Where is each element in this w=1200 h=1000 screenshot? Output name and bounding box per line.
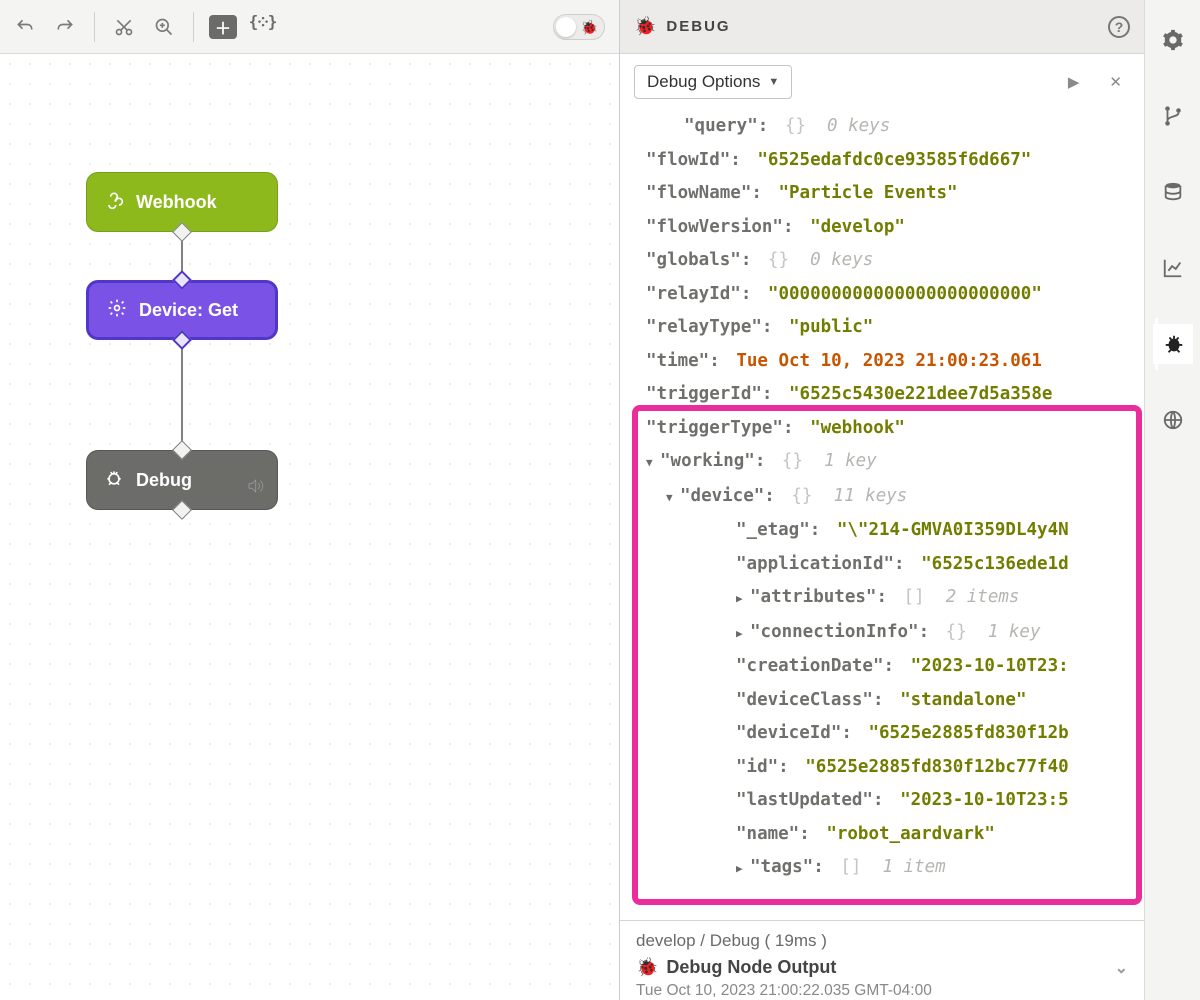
debug-panel-title: DEBUG — [666, 18, 730, 35]
debug-footer[interactable]: develop / Debug ( 19ms ) 🐞 Debug Node Out… — [620, 920, 1144, 1000]
debug-options-label: Debug Options — [647, 72, 760, 92]
footer-path: develop / Debug ( 19ms ) — [636, 931, 827, 951]
node-webhook-label: Webhook — [136, 192, 217, 213]
bug-icon: 🐞 — [634, 16, 656, 37]
close-button[interactable]: ✕ — [1101, 69, 1130, 95]
branch-tab[interactable] — [1153, 96, 1193, 136]
bug-icon: 🐞 — [636, 957, 658, 978]
globe-tab[interactable] — [1153, 400, 1193, 440]
caret-right-icon[interactable]: ▶ — [736, 617, 750, 651]
add-comment-button[interactable]: ＋ — [206, 10, 240, 44]
chart-tab[interactable] — [1153, 248, 1193, 288]
play-button[interactable]: ▶ — [1060, 69, 1088, 95]
webhook-icon — [104, 190, 124, 215]
caret-right-icon[interactable]: ▶ — [736, 582, 750, 616]
caret-down-icon[interactable]: ▼ — [666, 481, 680, 515]
zoom-in-button[interactable] — [147, 10, 181, 44]
right-rail — [1144, 0, 1200, 1000]
debug-toggle[interactable]: 🐞 — [553, 14, 605, 40]
footer-title: Debug Node Output — [666, 957, 836, 978]
canvas-toolbar: ＋ {༶} 🐞 — [0, 0, 619, 54]
chevron-down-icon: ▼ — [768, 76, 779, 88]
node-debug-label: Debug — [136, 470, 192, 491]
database-tab[interactable] — [1153, 172, 1193, 212]
code-braces-button[interactable]: {༶} — [246, 10, 280, 44]
redo-button[interactable] — [48, 10, 82, 44]
caret-down-icon[interactable]: ▼ — [646, 446, 660, 480]
flow-canvas[interactable]: Webhook Device: Get Debug — [0, 54, 619, 1000]
caret-right-icon[interactable]: ▶ — [736, 852, 750, 886]
debug-panel-header: 🐞 DEBUG ? — [620, 0, 1144, 54]
help-button[interactable]: ? — [1108, 16, 1130, 38]
debug-tab[interactable] — [1153, 324, 1193, 364]
footer-timestamp: Tue Oct 10, 2023 21:00:22.035 GMT-04:00 — [636, 982, 1128, 1000]
undo-button[interactable] — [8, 10, 42, 44]
debug-output-tree[interactable]: "query": {} 0 keys "flowId": "6525edafdc… — [620, 110, 1144, 920]
gear-icon — [107, 298, 127, 323]
node-device-label: Device: Get — [139, 300, 238, 321]
speaker-icon — [246, 477, 264, 500]
bug-icon — [104, 468, 124, 493]
chevron-down-icon[interactable]: ⌄ — [1115, 958, 1128, 978]
debug-options-dropdown[interactable]: Debug Options ▼ — [634, 65, 792, 99]
settings-tab[interactable] — [1153, 20, 1193, 60]
cut-button[interactable] — [107, 10, 141, 44]
